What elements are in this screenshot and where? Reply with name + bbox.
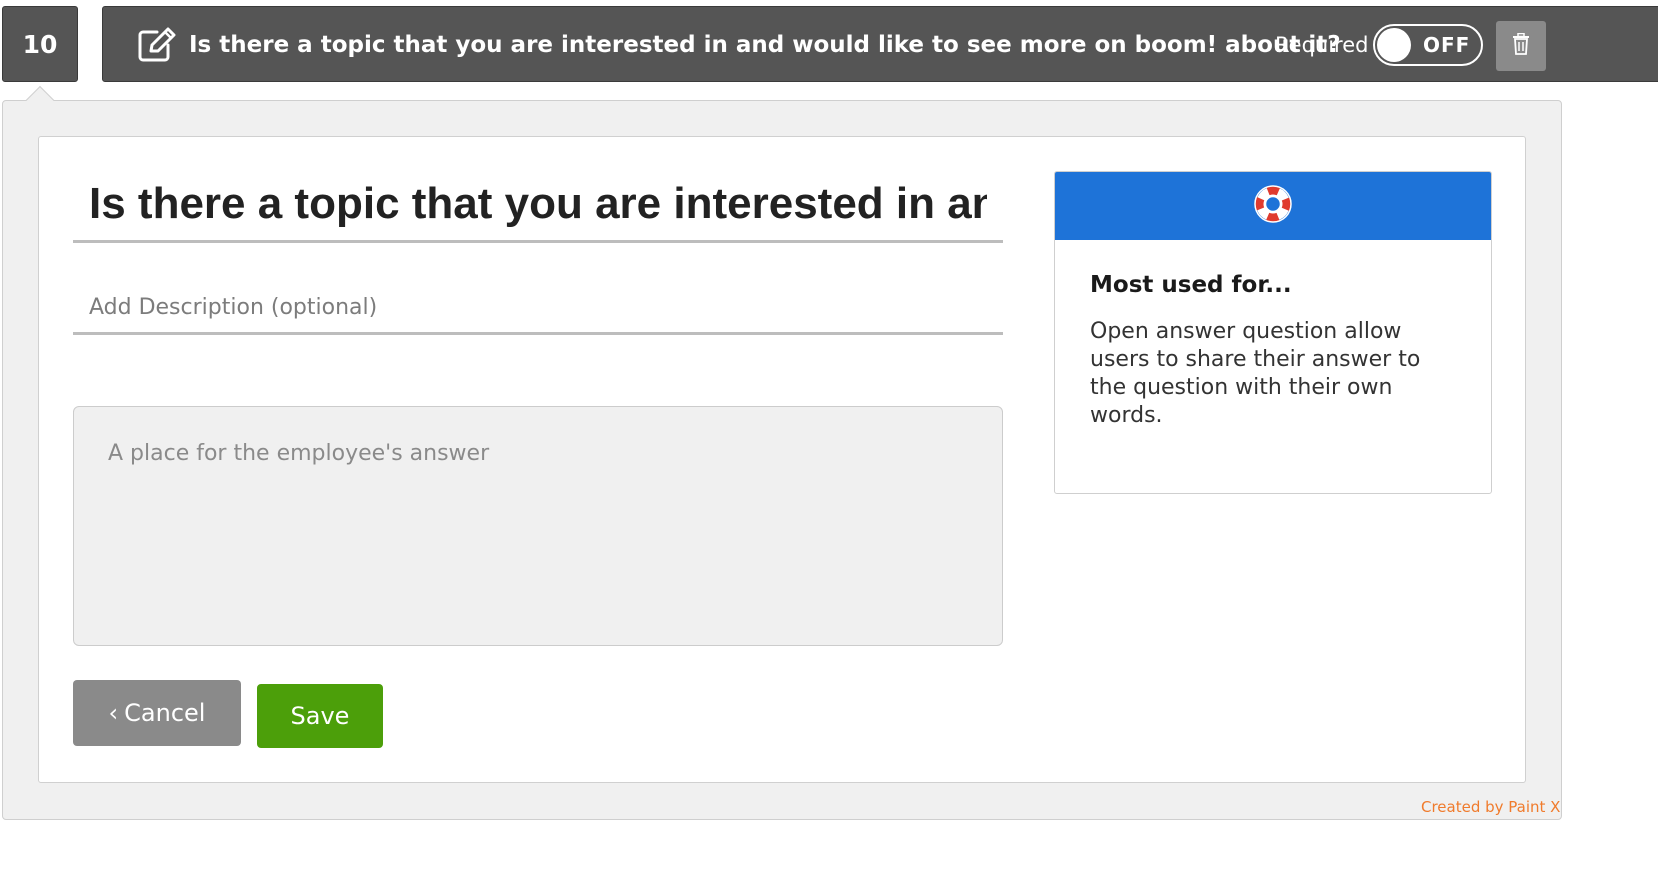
save-button-label: Save	[290, 702, 350, 730]
help-card-header	[1055, 172, 1491, 240]
question-title-input[interactable]	[73, 167, 1003, 243]
help-card-text: Open answer question allow users to shar…	[1090, 319, 1421, 428]
watermark: Created by Paint X	[1421, 798, 1561, 816]
question-editor-card: ‹ Cancel Save Most used for... Open answ…	[38, 136, 1526, 783]
edit-icon[interactable]	[137, 27, 177, 63]
cancel-button[interactable]: ‹ Cancel	[73, 680, 241, 746]
chevron-left-icon: ‹	[108, 699, 119, 727]
save-button[interactable]: Save	[257, 684, 383, 748]
answer-preview-textarea[interactable]	[73, 406, 1003, 646]
help-card: Most used for... Open answer question al…	[1054, 171, 1492, 494]
delete-button[interactable]	[1496, 21, 1546, 71]
required-toggle[interactable]: OFF	[1373, 24, 1483, 66]
help-card-title: Most used for...	[1090, 272, 1292, 298]
cancel-button-label: Cancel	[124, 699, 206, 727]
question-title-text[interactable]: Is there a topic that you are interested…	[189, 7, 1341, 83]
description-input[interactable]	[73, 283, 1003, 335]
question-number: 10	[2, 6, 78, 82]
toggle-knob	[1377, 28, 1411, 62]
toggle-state-label: OFF	[1423, 33, 1471, 57]
required-label: Required	[1275, 33, 1369, 57]
question-header-bar: Is there a topic that you are interested…	[102, 6, 1658, 82]
lifebuoy-icon	[1254, 185, 1292, 227]
trash-icon	[1511, 32, 1531, 59]
